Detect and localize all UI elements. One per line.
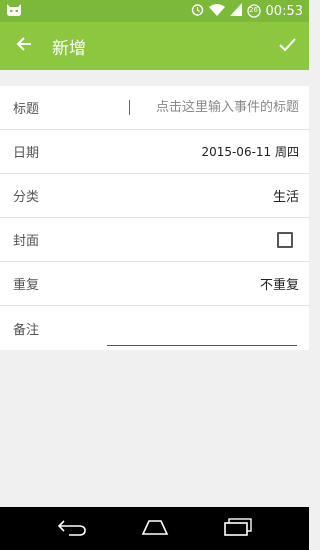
battery-icon: 26 — [246, 4, 261, 18]
alarm-icon — [191, 3, 204, 20]
signal-icon — [229, 2, 242, 20]
category-row[interactable]: 分类 生活 — [0, 174, 309, 218]
page-title: 新增 — [52, 38, 86, 59]
check-icon — [278, 37, 296, 56]
cover-checkbox[interactable] — [277, 231, 293, 248]
note-label: 备注 — [13, 322, 40, 338]
arrow-left-icon — [16, 36, 32, 56]
recents-nav-icon — [223, 517, 253, 540]
back-nav-icon — [57, 518, 87, 540]
status-left — [6, 2, 22, 21]
cat-face-icon — [6, 2, 22, 21]
save-button[interactable] — [265, 22, 309, 70]
nav-home-button[interactable] — [130, 507, 180, 550]
repeat-row[interactable]: 重复 不重复 — [0, 262, 309, 306]
title-input[interactable] — [129, 100, 299, 115]
date-label: 日期 — [13, 146, 40, 161]
navigation-bar — [0, 507, 309, 550]
category-label: 分类 — [13, 190, 40, 205]
repeat-value[interactable]: 不重复 — [260, 274, 299, 293]
title-row: 标题 — [0, 86, 309, 130]
repeat-label: 重复 — [13, 278, 40, 293]
date-value[interactable]: 2015-06-11 周四 — [201, 143, 299, 160]
date-row[interactable]: 日期 2015-06-11 周四 — [0, 130, 309, 174]
category-value[interactable]: 生活 — [273, 186, 299, 205]
battery-level: 26 — [249, 6, 258, 14]
nav-recents-button[interactable] — [213, 507, 263, 550]
status-right: 26 00:53 — [191, 2, 303, 20]
app-bar: 新增 — [0, 22, 309, 70]
home-nav-icon — [139, 519, 171, 539]
status-time: 00:53 — [265, 3, 303, 19]
wifi-icon — [208, 3, 225, 20]
nav-back-button[interactable] — [47, 507, 97, 550]
note-row: 备注 — [0, 306, 309, 350]
back-button[interactable] — [0, 22, 48, 70]
note-input[interactable] — [107, 322, 297, 346]
cover-row: 封面 — [0, 218, 309, 262]
cover-label: 封面 — [13, 234, 40, 249]
status-bar: 26 00:53 — [0, 0, 309, 22]
event-form: 标题 日期 2015-06-11 周四 分类 生活 封面 重复 不重复 备注 — [0, 86, 309, 350]
title-label: 标题 — [13, 102, 40, 117]
